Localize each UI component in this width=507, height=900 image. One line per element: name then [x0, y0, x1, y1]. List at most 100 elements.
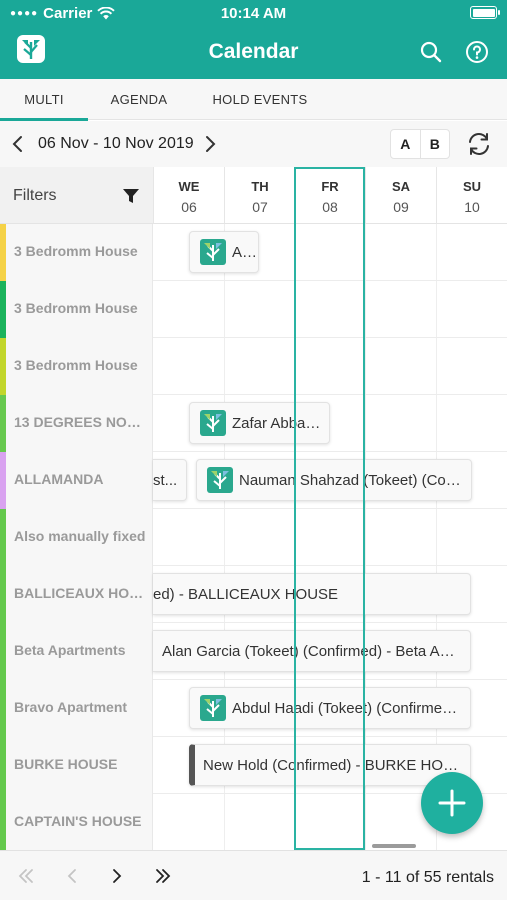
booking-event[interactable]: A...	[189, 231, 259, 273]
previous-page-icon[interactable]	[63, 867, 81, 885]
booking-event[interactable]: ed) - BALLICEAUX HOUSE	[153, 573, 471, 615]
help-icon[interactable]	[465, 40, 489, 64]
event-label: ed) - BALLICEAUX HOUSE	[153, 585, 339, 603]
booking-event[interactable]: Nauman Shahzad (Tokeet) (Confir...	[196, 459, 472, 501]
add-button[interactable]	[421, 772, 483, 834]
pagination-count: 1 - 11 of 55 rentals	[361, 869, 494, 886]
tokeet-icon	[200, 695, 226, 721]
rental-name-cell[interactable]: 3 Bedromm House	[0, 281, 153, 338]
rental-name: BURKE HOUSE	[14, 756, 118, 772]
day-header-sun: SU 10	[436, 167, 507, 224]
rental-row: 3 Bedromm House	[0, 281, 507, 338]
day-name: TH	[251, 179, 269, 194]
next-page-icon[interactable]	[108, 867, 126, 885]
booking-event[interactable]: st...	[153, 459, 187, 501]
rental-color-bar	[0, 281, 6, 338]
pagination-bar: 1 - 11 of 55 rentals	[0, 850, 507, 900]
rental-name-cell[interactable]: Also manually fixed	[0, 509, 153, 566]
rental-name-cell[interactable]: 13 DEGREES NORTH	[0, 395, 153, 452]
event-label: New Hold (Confirmed) - BURKE HOUSE	[203, 756, 470, 774]
tab-multi[interactable]: MULTI	[0, 79, 88, 121]
rental-name-cell[interactable]: CAPTAIN'S HOUSE	[0, 794, 153, 851]
scroll-indicator[interactable]	[372, 844, 416, 848]
day-header-fri: FR 08	[294, 167, 365, 224]
chevron-left-icon[interactable]	[10, 134, 26, 154]
day-header-wed: WE 06	[153, 167, 224, 224]
search-icon[interactable]	[419, 40, 443, 64]
view-b-button[interactable]: B	[419, 130, 450, 158]
plus-icon	[438, 789, 466, 817]
day-name: SA	[391, 179, 411, 194]
filters-header[interactable]: Filters	[0, 167, 153, 224]
event-label: Abdul Haadi (Tokeet) (Confirmed)...	[232, 699, 468, 717]
rental-name: Bravo Apartment	[14, 699, 128, 715]
event-label: st...	[153, 471, 178, 489]
rental-name: Beta Apartments	[14, 642, 126, 658]
day-name: SU	[462, 179, 482, 194]
refresh-icon[interactable]	[466, 131, 492, 157]
multi-calendar-grid: Filters WE 06 TH 07 FR 08 SA 09 SU 10 3 …	[0, 167, 507, 851]
battery-icon	[470, 6, 500, 19]
rental-name: 13 DEGREES NORTH	[14, 414, 148, 430]
event-label: Alan Garcia (Tokeet) (Confirmed) - Beta …	[162, 642, 469, 660]
rental-name-cell[interactable]: BURKE HOUSE	[0, 737, 153, 794]
last-page-icon[interactable]	[154, 867, 172, 885]
rental-color-bar	[0, 737, 6, 794]
rental-color-bar	[0, 623, 6, 680]
rental-name: 3 Bedromm House	[14, 300, 138, 316]
rental-color-bar	[0, 509, 6, 566]
rental-name-cell[interactable]: 3 Bedromm House	[0, 338, 153, 395]
rental-name-cell[interactable]: Beta Apartments	[0, 623, 153, 680]
hold-event[interactable]: New Hold (Confirmed) - BURKE HOUSE	[189, 744, 471, 786]
event-label: A...	[232, 243, 255, 261]
view-tabs: MULTI AGENDA HOLD EVENTS	[0, 79, 507, 121]
app-header: Calendar	[0, 26, 507, 79]
rental-color-bar	[0, 395, 6, 452]
rental-name: CAPTAIN'S HOUSE	[14, 813, 142, 829]
tab-agenda[interactable]: AGENDA	[88, 79, 190, 120]
tokeet-icon	[207, 467, 233, 493]
status-time: 10:14 AM	[220, 5, 287, 22]
rental-color-bar	[0, 566, 6, 623]
booking-event[interactable]: Alan Garcia (Tokeet) (Confirmed) - Beta …	[153, 630, 471, 672]
view-toggle: A B	[390, 129, 450, 159]
rental-name-cell[interactable]: ALLAMANDA	[0, 452, 153, 509]
day-date: 08	[322, 199, 338, 215]
tokeet-icon	[200, 410, 226, 436]
booking-event[interactable]: Zafar Abbas...	[189, 402, 330, 444]
date-navigation: 06 Nov - 10 Nov 2019 A B	[0, 121, 507, 167]
chevron-right-icon[interactable]	[202, 134, 218, 154]
rental-color-bar	[0, 452, 6, 509]
day-date: 10	[464, 199, 480, 215]
rental-name-cell[interactable]: 3 Bedromm House	[0, 224, 153, 281]
rental-name: Also manually fixed	[14, 528, 146, 544]
rental-color-bar	[0, 794, 6, 851]
day-date: 07	[252, 199, 268, 215]
rental-name: BALLICEAUX HOUSE	[14, 585, 148, 601]
tokeet-icon	[200, 239, 226, 265]
day-name: WE	[178, 179, 200, 194]
app-top-bar: ●●●● Carrier 10:14 AM Calendar	[0, 0, 507, 79]
rental-row: Also manually fixed	[0, 509, 507, 566]
date-range-label[interactable]: 06 Nov - 10 Nov 2019	[38, 135, 194, 153]
filters-label: Filters	[13, 187, 57, 204]
rental-color-bar	[0, 338, 6, 395]
event-label: Nauman Shahzad (Tokeet) (Confir...	[239, 471, 471, 489]
rental-rows: 3 Bedromm House 3 Bedromm House 3 Bedrom…	[0, 224, 507, 851]
rental-name: 3 Bedromm House	[14, 357, 138, 373]
view-a-button[interactable]: A	[391, 130, 420, 158]
booking-event[interactable]: Abdul Haadi (Tokeet) (Confirmed)...	[189, 687, 471, 729]
first-page-icon[interactable]	[17, 867, 35, 885]
day-name: FR	[321, 179, 339, 194]
rental-name: ALLAMANDA	[14, 471, 104, 487]
event-label: Zafar Abbas...	[232, 414, 326, 432]
rental-row: 3 Bedromm House	[0, 338, 507, 395]
status-bar: ●●●● Carrier 10:14 AM	[0, 0, 507, 26]
day-date: 09	[393, 199, 409, 215]
rental-name-cell[interactable]: BALLICEAUX HOUSE	[0, 566, 153, 623]
tab-hold-events[interactable]: HOLD EVENTS	[198, 79, 322, 120]
filter-icon[interactable]	[122, 187, 140, 205]
rental-name-cell[interactable]: Bravo Apartment	[0, 680, 153, 737]
day-date: 06	[181, 199, 197, 215]
day-header-sat: SA 09	[365, 167, 436, 224]
